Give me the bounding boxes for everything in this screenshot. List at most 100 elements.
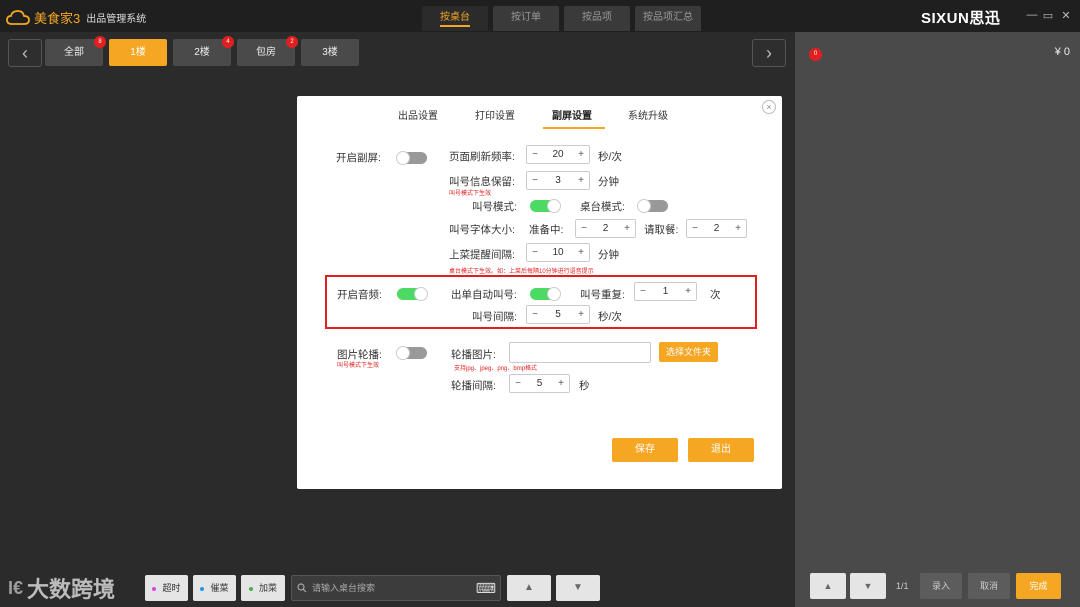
call-interval-unit: 秒/次: [598, 311, 622, 323]
minus-icon[interactable]: −: [635, 283, 651, 300]
table-search-input[interactable]: 请输入桌台搜索 ⌨: [291, 575, 501, 601]
complete-button[interactable]: 完成: [1016, 573, 1061, 599]
minus-icon[interactable]: −: [527, 172, 543, 189]
carousel-image-note: 支持jpg、jpeg、png、bmp格式: [454, 366, 538, 372]
preparing-font-stepper[interactable]: − 2 +: [575, 219, 636, 238]
plus-icon[interactable]: +: [573, 306, 589, 323]
keyboard-icon[interactable]: ⌨: [476, 576, 496, 600]
floor-badge-2: 4: [222, 36, 234, 48]
minus-icon[interactable]: −: [527, 146, 543, 163]
carousel-image-label: 轮播图片:: [451, 349, 496, 361]
order-total: ¥ 0: [1054, 46, 1070, 58]
floor-next-button[interactable]: ›: [752, 39, 786, 67]
exit-button[interactable]: 退出: [688, 438, 754, 462]
floor-tab-1[interactable]: 1楼: [109, 39, 167, 66]
serve-interval-label: 上菜提醒间隔:: [449, 249, 515, 261]
plus-icon[interactable]: +: [619, 220, 635, 237]
serve-interval-note: 桌台模式下生效。如：上菜后每隔10分钟进行语音提示: [449, 269, 594, 275]
minus-icon[interactable]: −: [687, 220, 703, 237]
preparing-label: 准备中:: [529, 224, 564, 236]
save-button[interactable]: 保存: [612, 438, 678, 462]
panel-down-button[interactable]: ▼: [850, 573, 886, 599]
overtime-dot-icon: [152, 586, 157, 591]
serve-interval-stepper[interactable]: − 10 +: [526, 243, 590, 262]
pickup-label: 请取餐:: [644, 224, 679, 236]
carousel-interval-stepper[interactable]: − 5 +: [509, 374, 570, 393]
call-mode-toggle[interactable]: [530, 199, 561, 213]
carousel-interval-label: 轮播间隔:: [451, 380, 496, 392]
floor-prev-button[interactable]: ‹: [8, 39, 42, 67]
tab-screen-settings[interactable]: 副屏设置: [552, 107, 592, 122]
minus-icon[interactable]: −: [527, 244, 543, 261]
minus-icon[interactable]: −: [576, 220, 592, 237]
refresh-rate-label: 页面刷新频率:: [449, 151, 515, 163]
enable-screen-label: 开启副屏:: [336, 152, 381, 164]
carousel-interval-unit: 秒: [579, 380, 590, 392]
active-tab-indicator: [543, 127, 605, 129]
enable-audio-toggle[interactable]: [397, 287, 428, 301]
plus-icon[interactable]: +: [553, 375, 569, 392]
auto-call-toggle[interactable]: [530, 287, 561, 301]
tab-by-order[interactable]: 按订单: [493, 6, 559, 31]
minimize-icon[interactable]: —: [1025, 9, 1039, 21]
tab-by-table[interactable]: 按桌台: [422, 6, 488, 31]
scroll-up-button[interactable]: ▲: [507, 575, 551, 601]
view-tabs: 按桌台 按订单 按品项 按品项汇总: [422, 6, 701, 31]
brand-logo: SIXUN思迅: [921, 10, 1001, 27]
carousel-note: 叫号模式下生效: [337, 363, 380, 369]
floor-tab-3[interactable]: 3楼: [301, 39, 359, 66]
plus-icon[interactable]: +: [573, 146, 589, 163]
floor-badge-private: 2: [286, 36, 298, 48]
app-logo-text: 美食家3: [34, 11, 81, 26]
refresh-rate-stepper[interactable]: − 20 +: [526, 145, 590, 164]
pickup-font-stepper[interactable]: − 2 +: [686, 219, 747, 238]
tab-by-item[interactable]: 按品项: [564, 6, 630, 31]
retain-stepper[interactable]: − 3 +: [526, 171, 590, 190]
panel-up-button[interactable]: ▲: [810, 573, 846, 599]
tab-print-settings[interactable]: 打印设置: [475, 107, 515, 122]
top-bar: 美食家3 出品管理系统 按桌台 按订单 按品项 按品项汇总 SIXUN思迅 — …: [0, 0, 1080, 32]
tab-by-item-summary[interactable]: 按品项汇总: [635, 6, 701, 31]
call-mode-label: 叫号模式:: [472, 201, 517, 213]
plus-icon[interactable]: +: [730, 220, 746, 237]
settings-dialog: × 出品设置 打印设置 副屏设置 系统升级 开启副屏: 页面刷新频率: − 20…: [297, 96, 782, 489]
call-interval-stepper[interactable]: − 5 +: [526, 305, 590, 324]
minus-icon[interactable]: −: [527, 306, 543, 323]
entry-button[interactable]: 录入: [920, 573, 962, 599]
carousel-image-input[interactable]: [509, 342, 651, 363]
close-window-icon[interactable]: ✕: [1059, 9, 1073, 22]
close-icon[interactable]: ×: [762, 100, 776, 114]
minus-icon[interactable]: −: [510, 375, 526, 392]
maximize-icon[interactable]: ▭: [1041, 9, 1055, 22]
carousel-toggle[interactable]: [396, 346, 427, 360]
tab-system-upgrade[interactable]: 系统升级: [628, 107, 668, 122]
repeat-stepper[interactable]: − 1 +: [634, 282, 697, 301]
urge-button[interactable]: 催菜: [193, 575, 236, 601]
plus-icon[interactable]: +: [680, 283, 696, 300]
urge-dot-icon: [200, 586, 205, 591]
table-mode-toggle[interactable]: [637, 199, 668, 213]
auto-call-label: 出单自动叫号:: [451, 289, 517, 301]
page-indicator: 1/1: [896, 581, 909, 591]
floor-badge-all: 8: [94, 36, 106, 48]
bottom-bar: 超时 催菜 加菜 请输入桌台搜索 ⌨ ▲ ▼: [0, 570, 795, 607]
system-name: 出品管理系统: [86, 14, 147, 25]
enable-screen-toggle[interactable]: [396, 151, 427, 165]
search-icon: [297, 583, 307, 593]
overtime-button[interactable]: 超时: [145, 575, 188, 601]
scroll-down-button[interactable]: ▼: [556, 575, 600, 601]
call-interval-label: 叫号间隔:: [472, 311, 517, 323]
cancel-button[interactable]: 取消: [968, 573, 1010, 599]
retain-label: 叫号信息保留:: [449, 176, 515, 188]
order-count-badge: 0: [809, 48, 822, 61]
select-folder-button[interactable]: 选择文件夹: [659, 342, 718, 362]
tab-output-settings[interactable]: 出品设置: [398, 107, 438, 122]
serve-interval-unit: 分钟: [598, 249, 619, 261]
plus-icon[interactable]: +: [573, 172, 589, 189]
refresh-rate-unit: 秒/次: [598, 151, 622, 163]
order-panel: 0 ¥ 0 ▲ ▼ 1/1 录入 取消 完成: [795, 32, 1080, 607]
add-dish-button[interactable]: 加菜: [241, 575, 285, 601]
cloud-logo-icon: [6, 9, 30, 25]
plus-icon[interactable]: +: [573, 244, 589, 261]
order-panel-footer: ▲ ▼ 1/1 录入 取消 完成: [795, 573, 1080, 607]
